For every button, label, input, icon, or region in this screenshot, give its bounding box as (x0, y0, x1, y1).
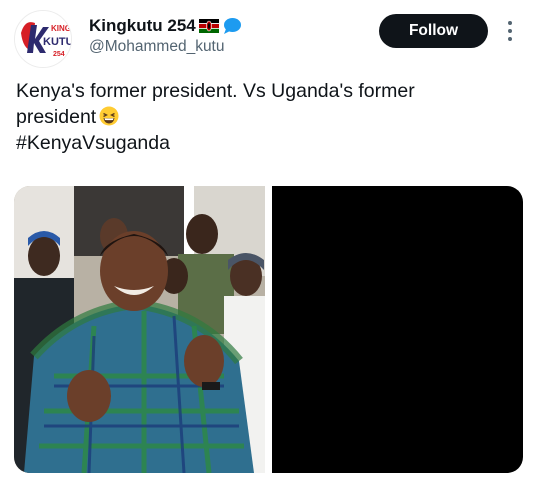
more-vertical-icon[interactable] (500, 18, 520, 44)
tweet-line-2-text: president (16, 106, 97, 128)
photo-right-blank[interactable] (272, 186, 523, 473)
kingkutu-logo-icon: KING KUTU 254 (15, 11, 72, 67)
kenya-flag-icon (198, 19, 219, 33)
name-row: Kingkutu 254 (89, 16, 242, 36)
tweet-media[interactable] (14, 186, 523, 473)
hashtag-link[interactable]: #KenyaVsuganda (16, 130, 516, 156)
user-handle[interactable]: @Mohammed_kutu (89, 38, 225, 56)
grinning-squinting-face-emoji-icon (99, 106, 119, 126)
tweet-text: Kenya's former president. Vs Uganda's fo… (16, 78, 516, 156)
avatar-logo-top: KING (51, 24, 71, 33)
more-dot (508, 37, 512, 41)
tweet-line-2: president (16, 104, 516, 130)
follow-button[interactable]: Follow (379, 14, 488, 48)
avatar[interactable]: KING KUTU 254 (14, 10, 72, 68)
speech-bubble-icon (222, 17, 242, 35)
tweet-line-1: Kenya's former president. Vs Uganda's fo… (16, 80, 415, 102)
more-dot (508, 21, 512, 25)
display-name[interactable]: Kingkutu 254 (89, 16, 196, 36)
more-dot (508, 29, 512, 33)
tweet-header: KING KUTU 254 Kingkutu 254 @Mohammed_kut… (0, 0, 536, 70)
avatar-logo-middle: KUTU (43, 36, 72, 48)
avatar-logo-bottom: 254 (53, 51, 65, 58)
crowd-photo-image (14, 186, 265, 473)
photo-left[interactable] (14, 186, 265, 473)
